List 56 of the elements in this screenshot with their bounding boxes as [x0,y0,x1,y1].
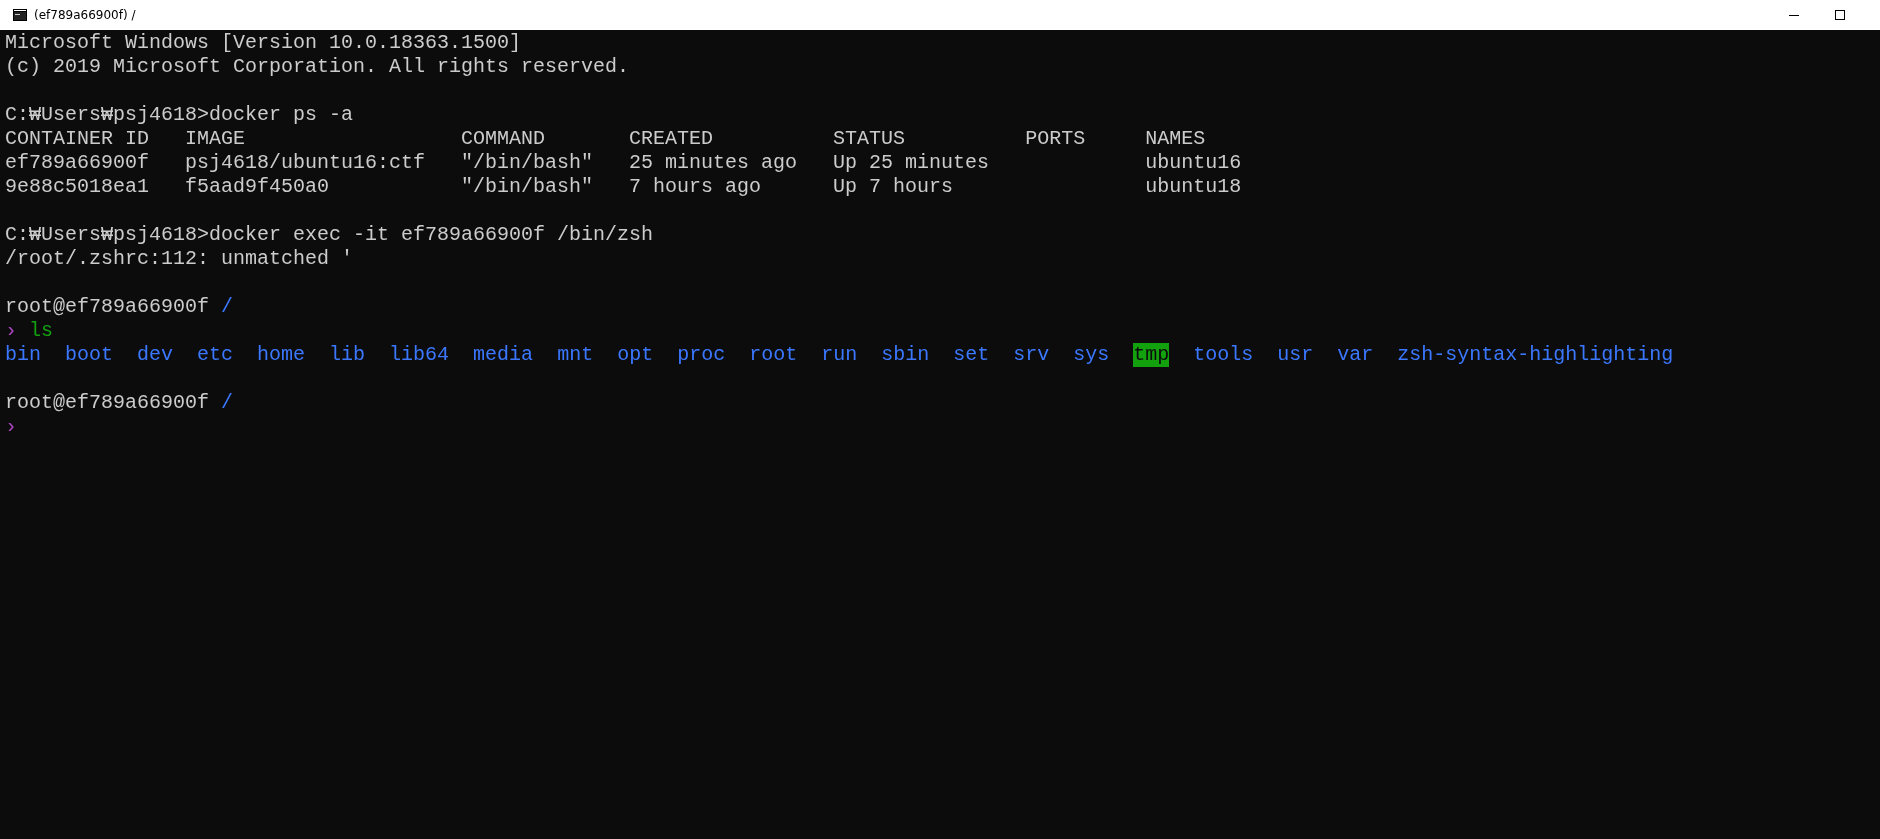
table-cell-text: "/bin/bash" [461,151,595,175]
prompt-path: / [221,295,234,319]
directory-name: root [749,343,798,367]
directory-name: sys [1073,343,1110,367]
table-cell-text: 9e88c5018ea1 [5,175,151,199]
output-line: Microsoft Windows [Version 10.0.18363.1500] [5,31,522,55]
directory-name: srv [1013,343,1050,367]
column-header: STATUS [833,127,907,151]
column-header: PORTS [1025,127,1087,151]
directory-name: sbin [881,343,930,367]
table-cell-text: ubuntu16 [1145,151,1243,175]
column-header: CONTAINER ID [5,127,151,151]
table-cell-text: ubuntu18 [1145,175,1243,199]
directory-name: tools [1193,343,1254,367]
column-header: NAMES [1145,127,1207,151]
table-cell-text: ef789a66900f [5,151,151,175]
table-cell-text: Up 7 hours [833,175,955,199]
prompt-path: / [221,391,234,415]
directory-name: usr [1277,343,1314,367]
prompt-arrow: › [5,319,17,343]
directory-name: proc [677,343,726,367]
prompt-host: root@ef789a66900f [5,295,210,319]
directory-name: home [257,343,306,367]
directory-name: opt [617,343,654,367]
output-line: /root/.zshrc:112: unmatched ' [5,247,354,271]
directory-name: bin [5,343,41,367]
table-cell-text: 7 hours ago [629,175,763,199]
directory-name: run [821,343,858,367]
directory-name: etc [197,343,234,367]
prompt-host: root@ef789a66900f [5,391,210,415]
column-header: IMAGE [185,127,247,151]
directory-name: boot [65,343,114,367]
table-cell-text: "/bin/bash" [461,175,595,199]
column-header: COMMAND [461,127,547,151]
command-text: ls [29,319,54,343]
directory-name: mnt [557,343,594,367]
directory-name: lib64 [389,343,450,367]
column-header: CREATED [629,127,715,151]
directory-name: dev [137,343,174,367]
directory-name: zsh-syntax-highlighting [1397,343,1674,367]
window-title: (ef789a66900f) / [34,8,136,22]
directory-name: var [1337,343,1374,367]
console-icon [13,9,27,21]
output-line: C:₩Users₩psj4618>docker ps -a [5,103,354,127]
directory-name: set [953,343,990,367]
output-line: C:₩Users₩psj4618>docker exec -it ef789a66900f /bin/zsh [5,223,654,247]
prompt-arrow: › [5,415,17,439]
maximize-icon [1834,9,1846,21]
directory-name: lib [329,343,366,367]
output-line: (c) 2019 Microsoft Corporation. All rights reserved. [5,55,630,79]
table-cell-text: Up 25 minutes [833,151,991,175]
directory-name: media [473,343,534,367]
table-cell-text: 25 minutes ago [629,151,799,175]
table-cell-text: f5aad9f450a0 [185,175,331,199]
table-cell-text: psj4618/ubuntu16:ctf [185,151,427,175]
directory-name: tmp [1133,343,1170,367]
